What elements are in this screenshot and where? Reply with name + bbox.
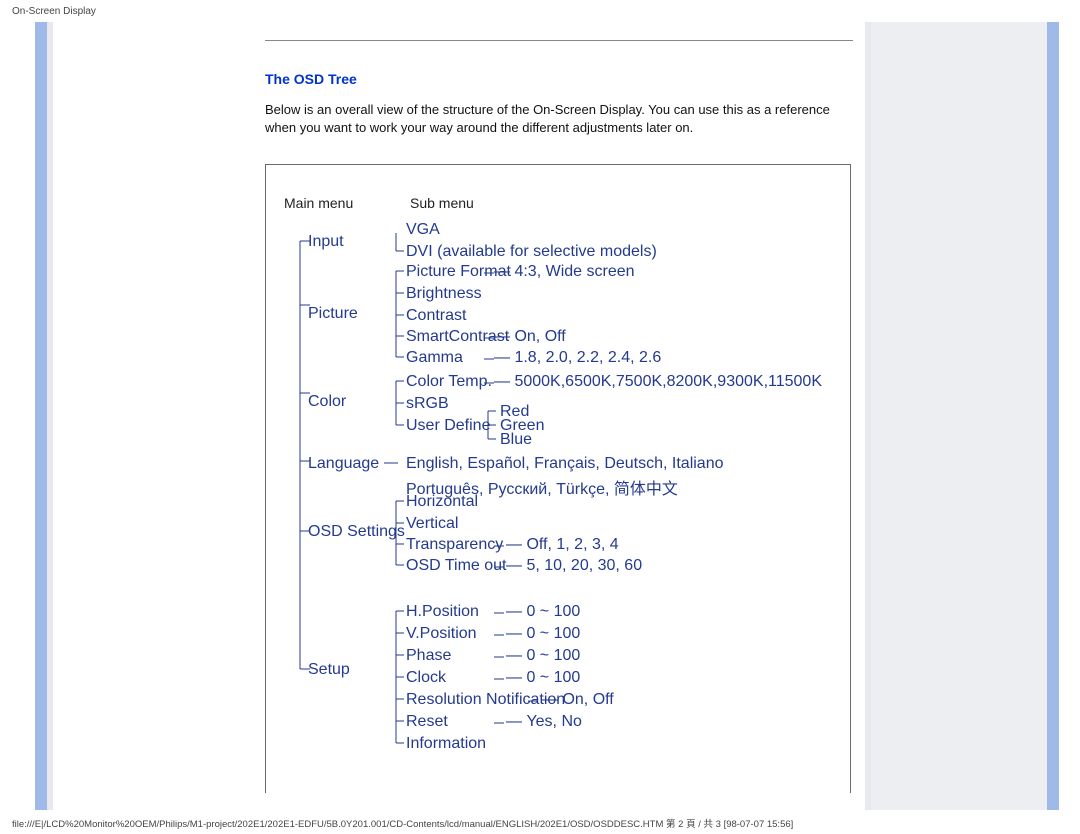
val-osd-to: 5, 10, 20, 30, 60 [526, 557, 642, 574]
sub-vp: V.Position [406, 625, 477, 643]
main-osd: OSD Settings [308, 523, 405, 541]
main-input: Input [308, 233, 344, 251]
sub-osd-to: OSD Time out [406, 557, 506, 575]
val-ck: 0 ~ 100 [526, 669, 580, 686]
divider [265, 40, 853, 41]
decor-sidebar-fill [871, 22, 1047, 810]
sub-info: Information [406, 735, 486, 753]
val-rs: Yes, No [526, 713, 581, 730]
val-colortemp: 5000K,6500K,7500K,8200K,9300K,11500K [514, 373, 822, 390]
sub-userdef: User Define [406, 417, 490, 435]
val-ph: 0 ~ 100 [526, 647, 580, 664]
val-picformat: 4:3, Wide screen [514, 263, 634, 280]
sub-colortemp: Color Temp. [406, 373, 492, 391]
osd-tree-box: Main menu Sub menu [265, 164, 851, 793]
tree-connectors [288, 233, 888, 793]
sub-ck: Clock [406, 669, 446, 687]
decor-band-left-outer [35, 22, 47, 810]
sub-osd-tr: Transparency [406, 536, 503, 554]
column-headers: Main menu Sub menu [284, 195, 832, 211]
val-osd-tr: Off, 1, 2, 3, 4 [526, 536, 618, 553]
val-hp: 0 ~ 100 [526, 603, 580, 620]
sub-lang1: English, Español, Français, Deutsch, Ita… [406, 455, 724, 473]
sub-osd-v: Vertical [406, 515, 458, 533]
content-area: The OSD Tree Below is an overall view of… [53, 22, 865, 810]
main-language: Language [308, 455, 379, 473]
val-rn: On, Off [562, 691, 613, 708]
val-smart: On, Off [514, 328, 565, 345]
tree-area: Input Picture Color Language OSD Setting… [288, 233, 832, 793]
sub-contrast: Contrast [406, 307, 466, 325]
page-root: On-Screen Display The OSD Tree Below is … [0, 0, 1080, 834]
sub-ph: Phase [406, 647, 451, 665]
main-color: Color [308, 393, 346, 411]
sub-vga: VGA [406, 221, 440, 239]
col-sub: Sub menu [410, 195, 474, 211]
sub-hp: H.Position [406, 603, 479, 621]
val-blue: Blue [500, 431, 532, 449]
val-vp: 0 ~ 100 [526, 625, 580, 642]
sub-brightness: Brightness [406, 285, 482, 303]
main-picture: Picture [308, 305, 358, 323]
page-header: On-Screen Display [12, 6, 96, 17]
footer-path: file:///E|/LCD%20Monitor%20OEM/Philips/M… [12, 816, 793, 830]
col-main: Main menu [284, 195, 376, 211]
sub-gamma: Gamma [406, 349, 463, 367]
sub-dvi: DVI (available for selective models) [406, 243, 657, 261]
intro-text: Below is an overall view of the structur… [265, 101, 851, 136]
val-gamma: 1.8, 2.0, 2.2, 2.4, 2.6 [514, 349, 661, 366]
section-title: The OSD Tree [265, 71, 865, 87]
decor-band-right-outer [1047, 22, 1059, 810]
main-setup: Setup [308, 661, 350, 679]
sub-osd-h: Horizontal [406, 493, 478, 511]
sub-rs: Reset [406, 713, 448, 731]
sub-srgb: sRGB [406, 395, 449, 413]
